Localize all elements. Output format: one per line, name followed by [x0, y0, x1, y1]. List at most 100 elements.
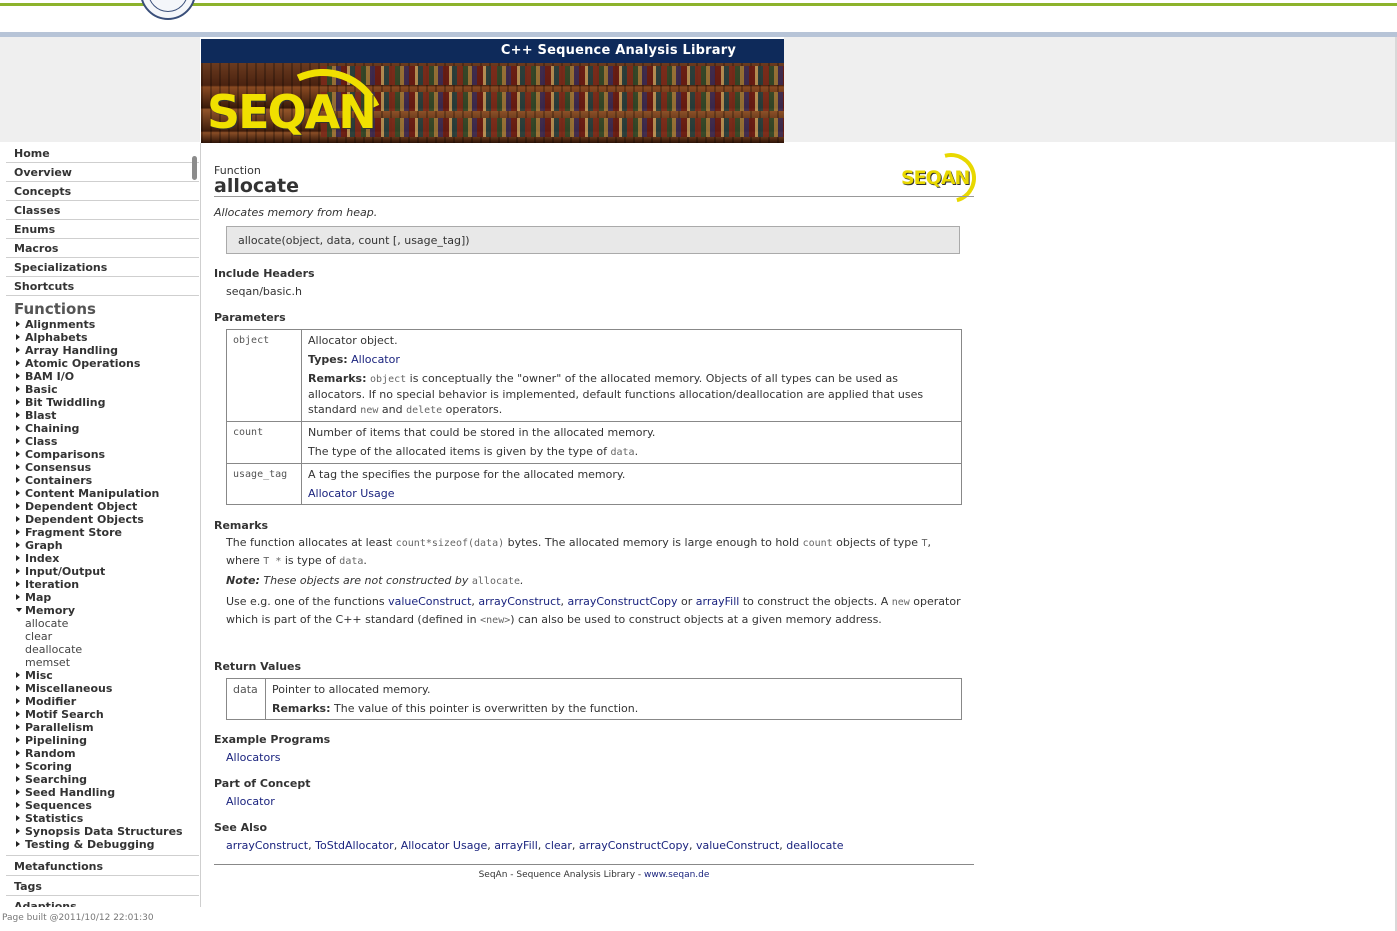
sidebar-item[interactable]: Specializations — [6, 258, 199, 277]
sidebar-category-item[interactable]: Array Handling — [16, 344, 200, 357]
sidebar-category-item[interactable]: Modifier — [16, 695, 200, 708]
sidebar-item[interactable]: Adaptions — [6, 896, 199, 907]
arrayfill-link[interactable]: arrayFill — [696, 595, 740, 608]
sidebar-category-item[interactable]: Pipelining — [16, 734, 200, 747]
sidebar-category-item[interactable]: Containers — [16, 474, 200, 487]
category-label: Map — [25, 591, 52, 604]
remarks-note: Note: These objects are not constructed … — [226, 572, 966, 590]
functions-heading[interactable]: Functions — [14, 300, 200, 318]
sidebar-function-link[interactable]: deallocate — [25, 643, 200, 656]
see-also-heading: See Also — [214, 821, 268, 834]
sidebar-scrollbar[interactable] — [192, 156, 197, 180]
see-also-link[interactable]: ToStdAllocator — [315, 839, 394, 852]
sidebar-category-item[interactable]: Map — [16, 591, 200, 604]
allocator-usage-link[interactable]: Allocator Usage — [308, 487, 395, 500]
text: bytes. The allocated memory is large eno… — [504, 536, 803, 549]
see-also-link[interactable]: arrayConstruct — [226, 839, 308, 852]
sidebar-category-item[interactable]: Miscellaneous — [16, 682, 200, 695]
sidebar-category-item[interactable]: Scoring — [16, 760, 200, 773]
sidebar-item[interactable]: Concepts — [6, 182, 199, 201]
sidebar-category-item[interactable]: Comparisons — [16, 448, 200, 461]
seqan-small-logo-icon[interactable]: SEQAN — [900, 143, 986, 213]
sidebar-category-item[interactable]: Chaining — [16, 422, 200, 435]
sidebar-category-item[interactable]: Graph — [16, 539, 200, 552]
arrayconstructcopy-link[interactable]: arrayConstructCopy — [568, 595, 678, 608]
page-built-timestamp: Page built @2011/10/12 22:01:30 — [2, 913, 154, 923]
sidebar-category-item[interactable]: Class — [16, 435, 200, 448]
code-new: new — [360, 405, 379, 416]
see-also-link[interactable]: arrayFill — [494, 839, 538, 852]
sidebar-category-item[interactable]: Testing & Debugging — [16, 838, 200, 851]
text: . — [363, 554, 367, 567]
function-signature: allocate(object, data, count [, usage_ta… — [226, 226, 960, 254]
sidebar-category-item[interactable]: Bit Twiddling — [16, 396, 200, 409]
sidebar-category-item[interactable]: Content Manipulation — [16, 487, 200, 500]
sidebar-category-item[interactable]: Index — [16, 552, 200, 565]
sidebar-item[interactable]: Classes — [6, 201, 199, 220]
category-label: Dependent Object — [25, 500, 138, 513]
sidebar-item[interactable]: Enums — [6, 220, 199, 239]
sidebar-item[interactable]: Overview — [6, 163, 199, 182]
collapsed-triangle-icon — [16, 750, 20, 756]
sidebar-top-menu: Home Overview Concepts Classes Enums Macros Sp… — [6, 143, 199, 296]
sidebar-category-item[interactable]: Statistics — [16, 812, 200, 825]
sidebar-category-item[interactable]: Alphabets — [16, 331, 200, 344]
sidebar-item[interactable]: Metafunctions — [6, 856, 199, 876]
sidebar-function-link[interactable]: memset — [25, 656, 200, 669]
param-name: usage_tag — [226, 463, 302, 505]
remarks-and: and — [378, 403, 407, 416]
sidebar-item[interactable]: Home — [6, 143, 199, 163]
arrayconstruct-link[interactable]: arrayConstruct — [478, 595, 560, 608]
allocator-concept-link[interactable]: Allocator — [226, 795, 275, 808]
see-also-link[interactable]: deallocate — [786, 839, 843, 852]
sidebar-category-item[interactable]: Dependent Object — [16, 500, 200, 513]
sidebar-category-item[interactable]: Motif Search — [16, 708, 200, 721]
valueconstruct-link[interactable]: valueConstruct — [388, 595, 471, 608]
sidebar-function-link[interactable]: allocate — [25, 617, 200, 630]
see-also-link[interactable]: clear — [545, 839, 572, 852]
sidebar-category-item[interactable]: Consensus — [16, 461, 200, 474]
sidebar-category-item[interactable]: Seed Handling — [16, 786, 200, 799]
collapsed-triangle-icon — [16, 464, 20, 470]
sidebar-category-item[interactable]: Random — [16, 747, 200, 760]
sidebar-category-item[interactable]: Synopsis Data Structures — [16, 825, 200, 838]
collapsed-triangle-icon — [16, 516, 20, 522]
see-also-link[interactable]: Allocator Usage — [401, 839, 488, 852]
sidebar-function-link[interactable]: clear — [25, 630, 200, 643]
sidebar-category-item[interactable]: Alignments — [16, 318, 200, 331]
seqan-logo[interactable]: SEQAN — [207, 85, 377, 139]
sidebar-category-item[interactable]: Misc — [16, 669, 200, 682]
remarks-end: operators. — [442, 403, 503, 416]
param-desc-end: . — [634, 445, 639, 458]
category-label: Chaining — [25, 422, 80, 435]
allocators-example-link[interactable]: Allocators — [226, 751, 280, 764]
see-also-link[interactable]: arrayConstructCopy — [579, 839, 689, 852]
see-also-link[interactable]: valueConstruct — [696, 839, 779, 852]
separator: , — [571, 839, 579, 852]
sidebar-category-item[interactable]: Sequences — [16, 799, 200, 812]
collapsed-triangle-icon — [16, 451, 20, 457]
seqan-website-link[interactable]: www.seqan.de — [644, 870, 709, 880]
sidebar-category-item[interactable]: Atomic Operations — [16, 357, 200, 370]
param-row-count: count Number of items that could be stor… — [226, 421, 962, 464]
sidebar-item[interactable]: Tags — [6, 876, 199, 896]
sidebar-item[interactable]: Macros — [6, 239, 199, 258]
sidebar-category-item[interactable]: Searching — [16, 773, 200, 786]
sidebar-category-item[interactable]: Fragment Store — [16, 526, 200, 539]
sidebar-category-item[interactable]: Input/Output — [16, 565, 200, 578]
sidebar-category-item[interactable]: Parallelism — [16, 721, 200, 734]
collapsed-triangle-icon — [16, 672, 20, 678]
return-row-data: data Pointer to allocated memory. Remark… — [226, 678, 962, 720]
allocator-type-link[interactable]: Allocator — [351, 353, 400, 366]
param-description: Allocator object. Types: Allocator Remar… — [301, 329, 962, 422]
sidebar-item-memory[interactable]: Memory — [16, 604, 200, 617]
include-file: seqan/basic.h — [226, 285, 302, 298]
sidebar-category-item[interactable]: Blast — [16, 409, 200, 422]
collapsed-triangle-icon — [16, 529, 20, 535]
sidebar-category-item[interactable]: Basic — [16, 383, 200, 396]
sidebar-category-item[interactable]: BAM I/O — [16, 370, 200, 383]
sidebar-item[interactable]: Shortcuts — [6, 277, 199, 296]
category-label: Fragment Store — [25, 526, 122, 539]
sidebar-category-item[interactable]: Dependent Objects — [16, 513, 200, 526]
sidebar-category-item[interactable]: Iteration — [16, 578, 200, 591]
